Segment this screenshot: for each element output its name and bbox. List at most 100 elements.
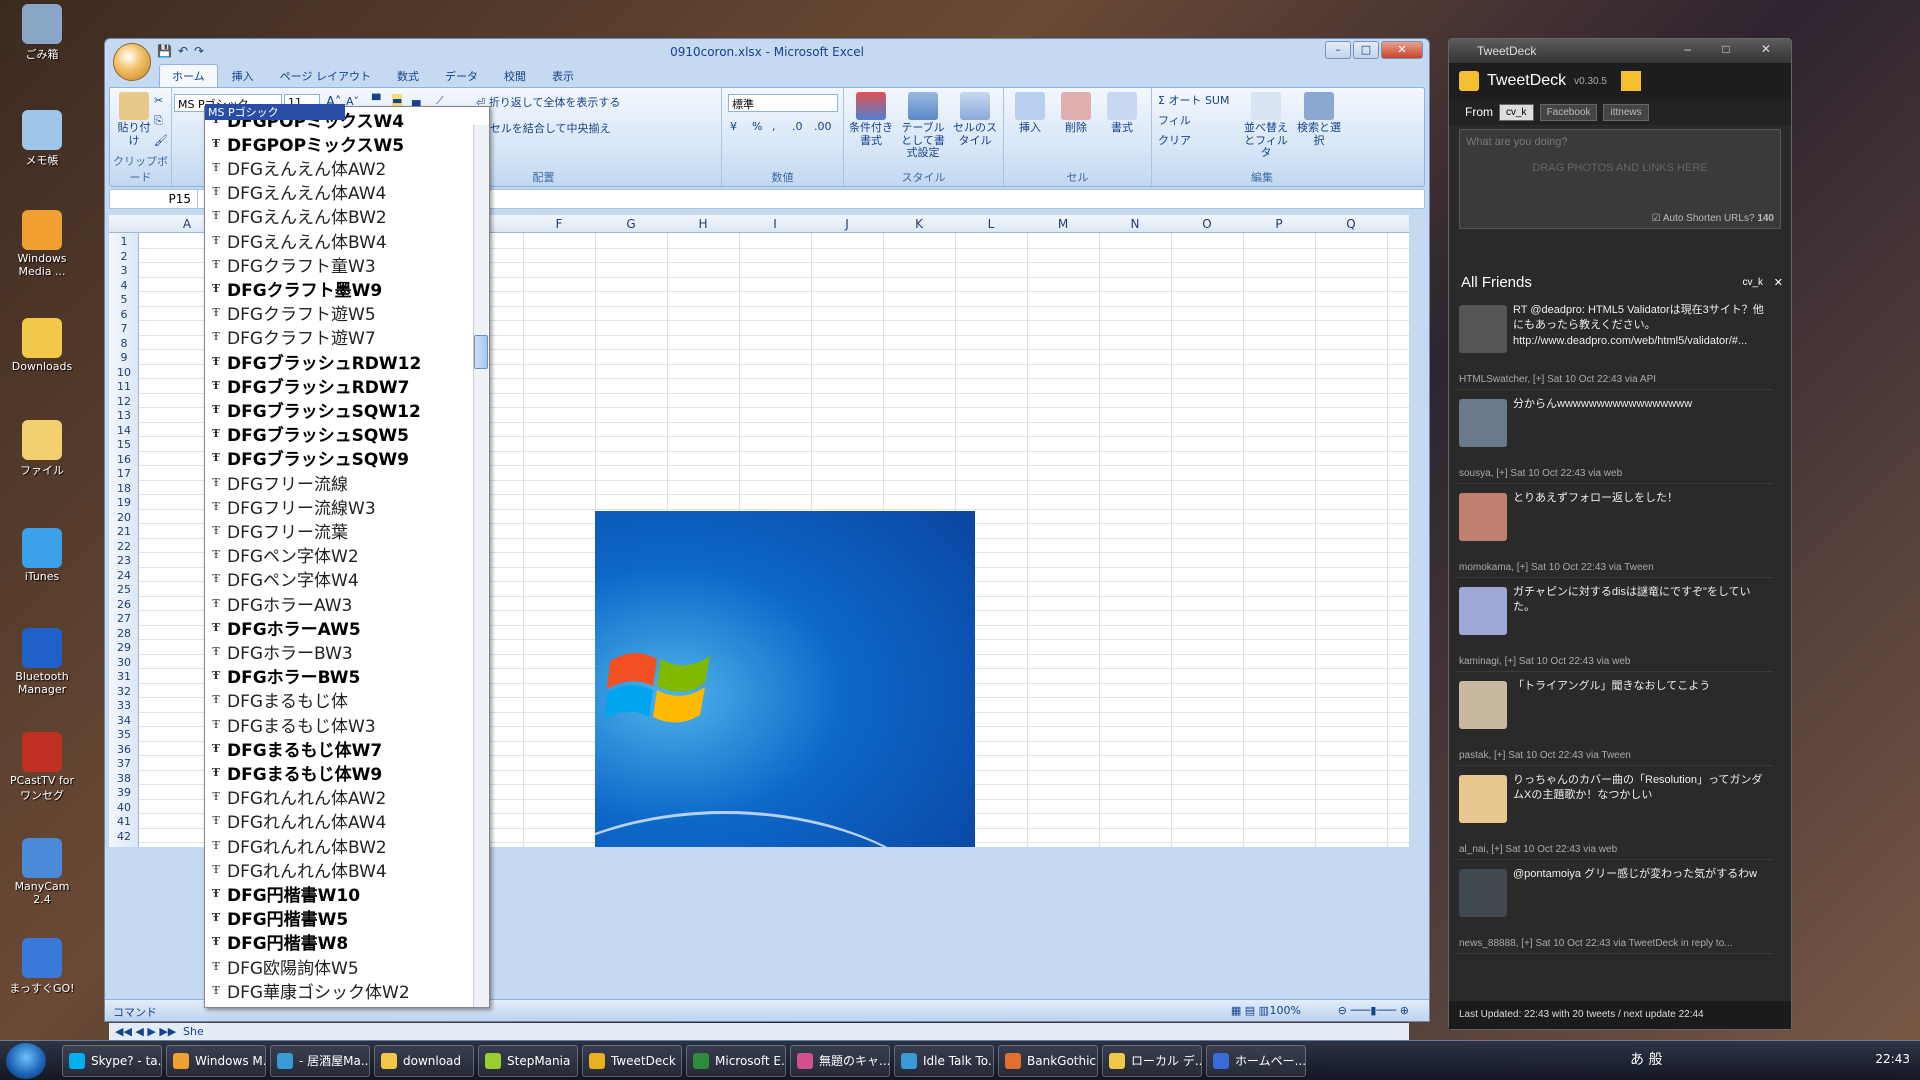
row-header[interactable]: 30 xyxy=(109,656,139,669)
currency-icon[interactable]: ¥ xyxy=(730,120,737,133)
row-header[interactable]: 31 xyxy=(109,670,139,683)
font-list-item[interactable]: Ŧ DFGフリー流葉 xyxy=(205,518,471,543)
avatar[interactable] xyxy=(1459,681,1507,729)
row-header[interactable]: 23 xyxy=(109,554,139,567)
decrease-decimal-icon[interactable]: .00 xyxy=(814,120,832,133)
font-list-item[interactable]: Ŧ DFGブラッシュSQW12 xyxy=(205,397,471,422)
taskbar-button[interactable]: Skype? - ta... xyxy=(62,1045,162,1077)
font-list-item[interactable]: Ŧ DFGれんれん体AW2 xyxy=(205,785,471,809)
row-header[interactable]: 42 xyxy=(109,830,139,843)
row-header[interactable]: 24 xyxy=(109,569,139,582)
row-header[interactable]: 33 xyxy=(109,699,139,712)
font-list-item[interactable]: Ŧ DFGホラーBW5 xyxy=(205,664,471,688)
row-header[interactable]: 38 xyxy=(109,772,139,785)
row-header[interactable]: 16 xyxy=(109,453,139,466)
font-list-item[interactable]: Ŧ DFGホラーAW5 xyxy=(205,615,471,640)
row-header[interactable]: 40 xyxy=(109,801,139,814)
font-list-item[interactable]: Ŧ DFGまるもじ体W3 xyxy=(205,712,471,737)
font-list-item[interactable]: Ŧ DFGえんえん体BW4 xyxy=(205,228,471,253)
cut-icon[interactable]: ✂ xyxy=(154,94,163,107)
tweet-list[interactable]: RT @deadpro: HTML5 Validatorは現在3サイト？他にもあ… xyxy=(1455,297,1773,973)
tweet[interactable]: ガチャピンに対するdisは謎竜にですぞ"をしていた。 kaminagi, [+] … xyxy=(1455,579,1773,672)
row-header[interactable]: 10 xyxy=(109,366,139,379)
increase-decimal-icon[interactable]: .0 xyxy=(792,120,803,133)
column-header[interactable]: M xyxy=(1027,217,1099,231)
compose-icon[interactable] xyxy=(1620,71,1641,91)
compose-box[interactable]: What are you doing? DRAG PHOTOS AND LINK… xyxy=(1459,129,1781,229)
font-list-item[interactable]: Ŧ DFG華康ゴシック体W2 xyxy=(205,978,471,1003)
column-header[interactable]: R xyxy=(1387,217,1409,231)
zoom-slider[interactable]: ⊖ ───▮─── ⊕ xyxy=(1338,1004,1409,1017)
taskbar-button[interactable]: Microsoft E... xyxy=(686,1045,786,1077)
row-header[interactable]: 8 xyxy=(109,337,139,350)
row-header[interactable]: 26 xyxy=(109,598,139,611)
avatar[interactable] xyxy=(1459,869,1507,917)
column-header[interactable]: N xyxy=(1099,217,1171,231)
row-header[interactable]: 29 xyxy=(109,641,139,654)
font-list-item[interactable]: Ŧ DFGえんえん体BW2 xyxy=(205,204,471,228)
row-header[interactable]: 14 xyxy=(109,424,139,437)
font-list-item[interactable]: Ŧ DFGクラフト墨W9 xyxy=(205,276,471,301)
fill-button[interactable]: フィル xyxy=(1158,112,1191,128)
desktop-icon[interactable]: ごみ箱 xyxy=(6,4,78,62)
paste-button[interactable]: 貼り付け xyxy=(116,92,152,147)
font-list-item[interactable]: Ŧ DFGブラッシュSQW9 xyxy=(205,446,471,470)
desktop-icon[interactable]: PCastTV for ワンセグ xyxy=(6,732,78,803)
clear-button[interactable]: クリア xyxy=(1158,132,1191,148)
font-list-item[interactable]: Ŧ DFGまるもじ体 xyxy=(205,688,471,712)
column-header[interactable]: L xyxy=(955,217,1027,231)
row-header[interactable]: 20 xyxy=(109,511,139,524)
column-header[interactable]: H xyxy=(667,217,739,231)
font-list-item[interactable]: Ŧ DFGれんれん体BW4 xyxy=(205,857,471,882)
sort-filter-button[interactable]: 並べ替えとフィルタ xyxy=(1240,92,1292,160)
tab-3[interactable]: 数式 xyxy=(385,65,431,87)
row-header[interactable]: 22 xyxy=(109,540,139,553)
account-button-ittnews[interactable]: ittnews xyxy=(1603,103,1649,121)
row-header[interactable]: 35 xyxy=(109,728,139,741)
zoom-level[interactable]: 100% xyxy=(1270,1004,1301,1017)
desktop-icon[interactable]: Windows Media ... xyxy=(6,210,78,278)
autosum-button[interactable]: Σ オート SUM xyxy=(1158,92,1229,108)
column-header[interactable]: P xyxy=(1243,217,1315,231)
taskbar-button[interactable]: ホームペー... xyxy=(1206,1045,1306,1077)
font-list-item[interactable]: Ŧ DFGれんれん体AW4 xyxy=(205,809,471,833)
tab-4[interactable]: データ xyxy=(433,65,490,87)
redo-icon[interactable]: ↷ xyxy=(194,44,204,58)
font-list-item[interactable]: Ŧ DFGクラフト遊W5 xyxy=(205,301,471,325)
tweetdeck-window-controls[interactable]: – □ ✕ xyxy=(1684,42,1785,56)
font-list-item[interactable]: Ŧ DFGクラフト遊W7 xyxy=(205,325,471,349)
row-header[interactable]: 34 xyxy=(109,714,139,727)
row-header[interactable]: 12 xyxy=(109,395,139,408)
font-list-item[interactable]: Ŧ DFGフリー流線W3 xyxy=(205,494,471,519)
account-button-facebook[interactable]: Facebook xyxy=(1539,103,1598,121)
wrap-text-button[interactable]: ⏎ 折り返して全体を表示する xyxy=(476,94,620,110)
font-list-item[interactable]: Ŧ DFGペン字体W2 xyxy=(205,543,471,567)
tweet[interactable]: 分からんwwwwwwwwwwwwwwwww sousya, [+] Sat 10 … xyxy=(1455,391,1773,484)
ime-indicator[interactable]: あ 般 xyxy=(1630,1052,1662,1068)
tweet[interactable]: 「トライアングル」聞きなおしてこよう pastak, [+] Sat 10 Oct… xyxy=(1455,673,1773,766)
font-list-item[interactable]: Ŧ DFGまるもじ体W9 xyxy=(205,760,471,785)
undo-icon[interactable]: ↶ xyxy=(178,44,188,58)
row-header[interactable]: 32 xyxy=(109,685,139,698)
tab-2[interactable]: ページ レイアウト xyxy=(268,65,383,87)
cell-style-button[interactable]: セルのスタイル xyxy=(952,92,998,147)
delete-cells-button[interactable]: 削除 xyxy=(1056,92,1096,135)
row-header[interactable]: 5 xyxy=(109,293,139,306)
save-icon[interactable]: 💾 xyxy=(157,44,172,58)
font-list-item[interactable]: Ŧ DFGブラッシュRDW7 xyxy=(205,373,471,398)
minimize-button[interactable]: – xyxy=(1325,41,1351,59)
font-list-item[interactable]: Ŧ DFGPOPミックスW5 xyxy=(205,131,471,156)
font-name-selected[interactable]: MS Pゴシック xyxy=(205,104,345,120)
font-list-item[interactable]: Ŧ DFGブラッシュSQW5 xyxy=(205,422,471,446)
row-header[interactable]: 1 xyxy=(109,235,139,248)
format-cells-button[interactable]: 書式 xyxy=(1102,92,1142,135)
row-header[interactable]: 11 xyxy=(109,380,139,393)
row-header[interactable]: 28 xyxy=(109,627,139,640)
view-buttons[interactable]: ▦ ▤ ▥ xyxy=(1231,1004,1269,1017)
windows7-image[interactable] xyxy=(595,511,975,847)
font-list-item[interactable]: Ŧ DFGブラッシュRDW12 xyxy=(205,349,471,374)
row-header[interactable]: 6 xyxy=(109,308,139,321)
column-header[interactable]: F xyxy=(523,217,595,231)
row-header[interactable]: 13 xyxy=(109,409,139,422)
scroll-thumb[interactable] xyxy=(474,335,488,369)
